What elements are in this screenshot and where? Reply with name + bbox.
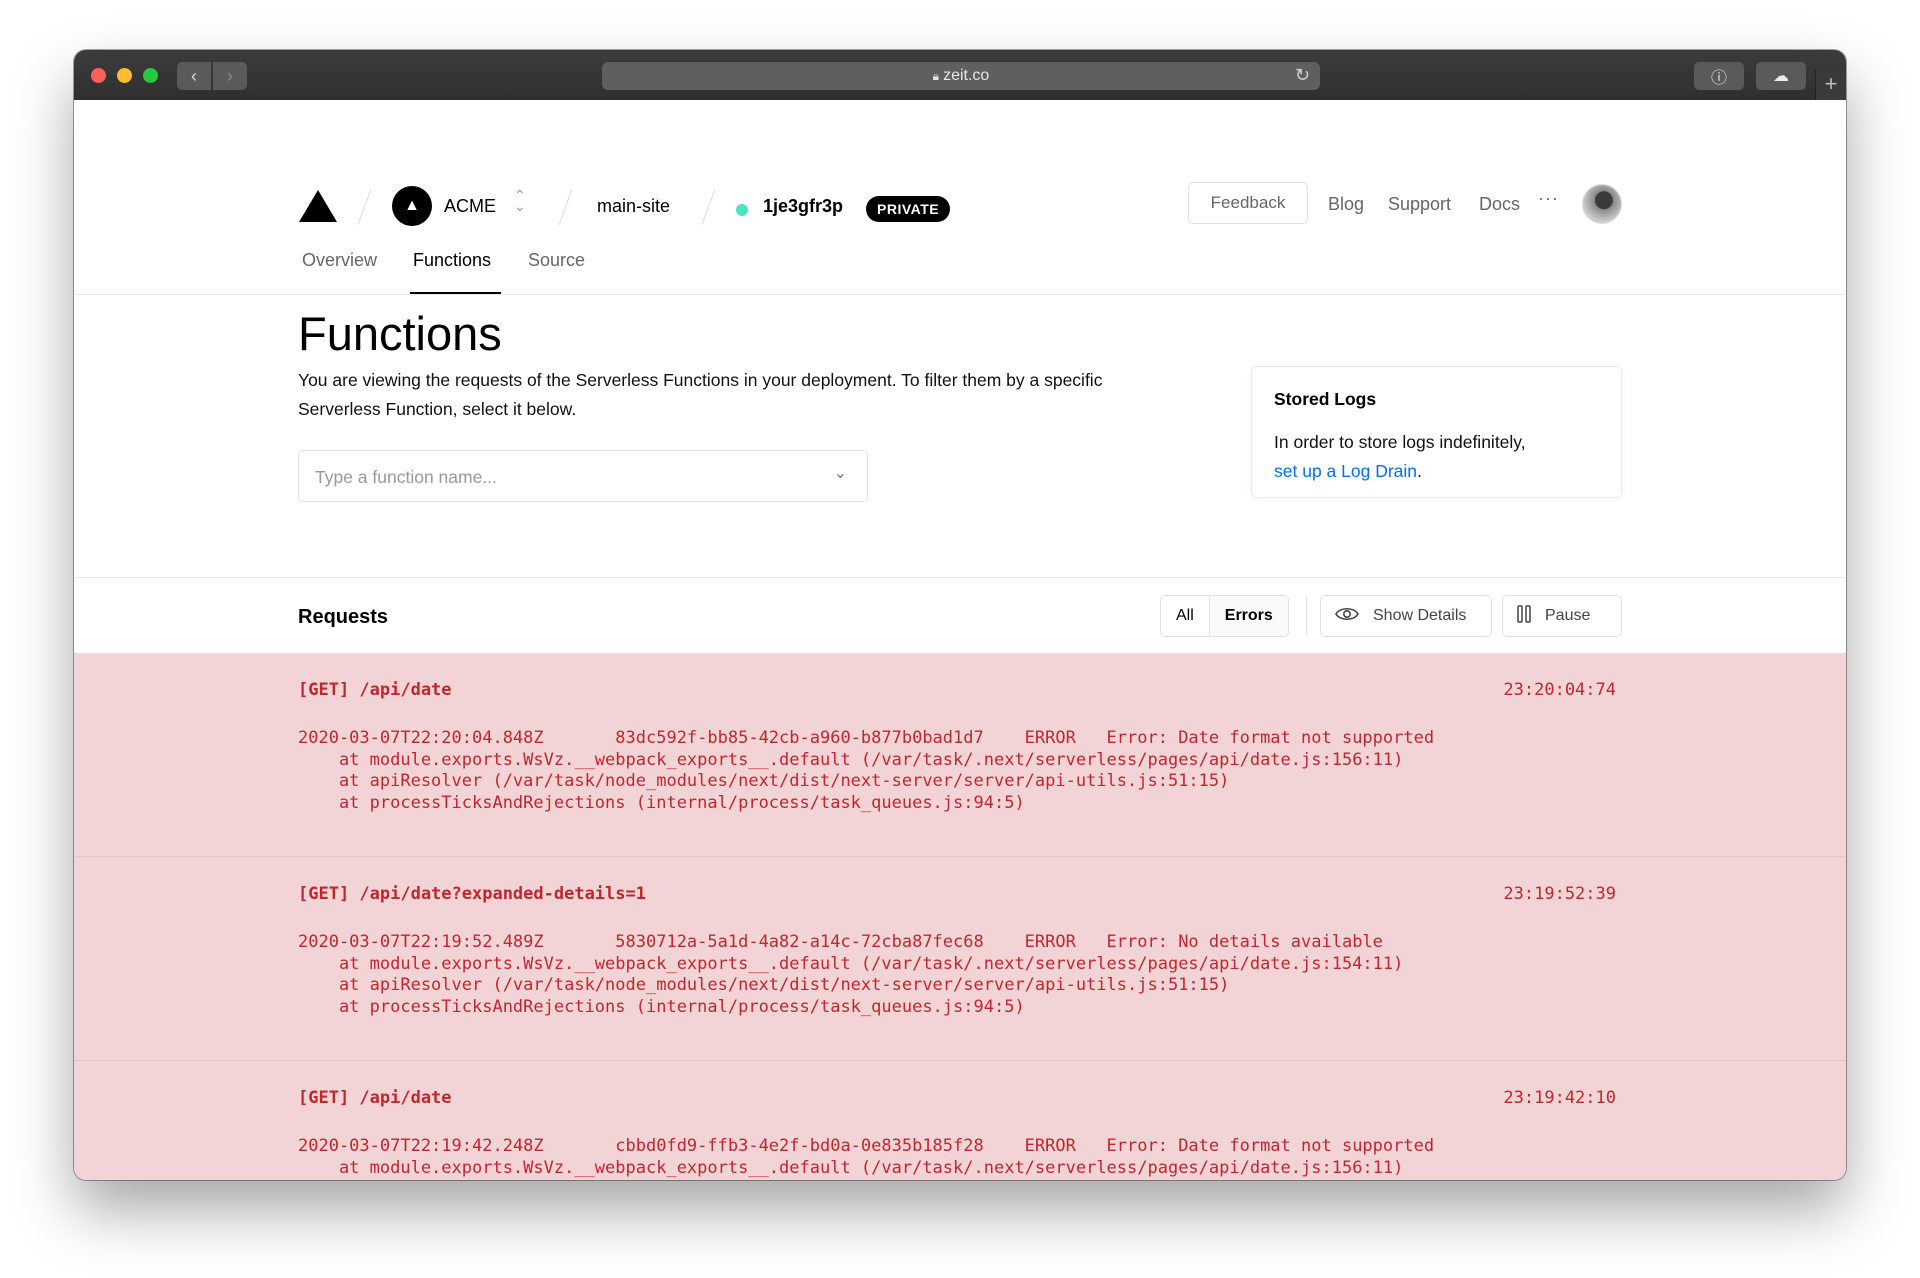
log-entry[interactable]: [GET] /api/date 23:20:04:74 2020-03-07T2… [74,653,1846,857]
password-manager-button[interactable]: ⓘ [1694,62,1744,90]
dashboard-header: ▲ ACME ⌃ ⌄ main-site 1je3gfr3p PRIVATE Fe… [74,100,1846,295]
chevron-left-icon: ‹ [191,65,197,86]
log-request: [GET] /api/date [298,680,452,700]
stored-logs-text: In order to store logs indefinitely, set… [1274,428,1604,486]
log-time: 23:20:04:74 [1503,680,1616,700]
log-request: [GET] /api/date?expanded-details=1 [298,884,646,904]
nav-blog[interactable]: Blog [1328,194,1364,215]
log-request: [GET] /api/date [298,1088,452,1108]
active-tab-indicator [410,292,501,294]
log-stacktrace: 2020-03-07T22:20:04.848Z 83dc592f-bb85-4… [298,728,1435,813]
tab-functions[interactable]: Functions [413,250,491,271]
zoom-window-button[interactable] [143,68,158,83]
stored-logs-card: Stored Logs In order to store logs indef… [1251,366,1622,498]
zeit-logo[interactable] [299,190,337,222]
nav-support[interactable]: Support [1388,194,1451,215]
password-manager-icon: ⓘ [1710,70,1727,87]
breadcrumb-separator [357,188,372,226]
close-window-button[interactable] [91,68,106,83]
address-bar[interactable]: 🔒︎ zeit.co ↻ [602,62,1320,90]
log-entry[interactable]: [GET] /api/date?expanded-details=1 23:19… [74,857,1846,1061]
team-avatar[interactable]: ▲ [392,186,432,226]
filter-all-button[interactable]: All [1161,596,1210,636]
more-menu-icon[interactable]: ··· [1538,188,1559,209]
breadcrumb-separator [558,188,573,226]
function-search-input[interactable] [313,451,797,503]
log-time: 23:19:52:39 [1503,884,1616,904]
address-url: zeit.co [943,67,990,84]
request-log-list: [GET] /api/date 23:20:04:74 2020-03-07T2… [74,653,1846,1180]
plus-icon: + [1824,71,1838,96]
filter-errors-button[interactable]: Errors [1209,596,1288,636]
minimize-window-button[interactable] [117,68,132,83]
browser-window: ‹ › 🔒︎ zeit.co ↻ ⓘ ☁ + ▲ ACME ⌃ ⌄ main-si… [74,50,1846,1180]
page-description: You are viewing the requests of the Serv… [298,370,1103,419]
chevron-right-icon: › [227,65,233,86]
reload-icon[interactable]: ↻ [1295,65,1310,86]
cloud-icon: ☁ [1773,68,1789,85]
log-time: 23:19:42:10 [1503,1088,1616,1108]
requests-toolbar: Requests All Errors Show Details Pause [74,577,1846,653]
back-button[interactable]: ‹ [177,62,211,90]
project-name[interactable]: main-site [597,196,670,217]
pause-button[interactable]: Pause [1502,595,1622,637]
lock-icon: 🔒︎ [932,68,940,83]
tab-overview[interactable]: Overview [302,250,377,271]
breadcrumb-separator [701,188,716,226]
log-stacktrace: 2020-03-07T22:19:52.489Z 5830712a-5a1d-4… [298,932,1404,1017]
eye-icon [1335,606,1359,627]
deployment-id[interactable]: 1je3gfr3p [763,196,843,217]
history-nav: ‹ › [177,62,247,90]
team-name[interactable]: ACME [444,196,496,217]
nav-docs[interactable]: Docs [1479,194,1520,215]
new-tab-button[interactable]: + [1815,70,1846,100]
show-details-label: Show Details [1373,607,1467,624]
page-title: Functions [298,307,502,360]
function-select[interactable]: ⌄ [298,450,868,503]
requests-title: Requests [298,606,389,628]
stored-logs-message: In order to store logs indefinitely, [1274,432,1526,452]
show-details-button[interactable]: Show Details [1320,595,1492,637]
stored-logs-title: Stored Logs [1274,389,1377,409]
team-switcher-icon[interactable]: ⌃ ⌄ [514,188,526,213]
cloud-button[interactable]: ☁ [1756,62,1806,90]
log-entry[interactable]: [GET] /api/date 23:19:42:10 2020-03-07T2… [74,1061,1846,1180]
visibility-badge: PRIVATE [866,196,951,222]
toolbar-divider [1306,595,1307,635]
stored-logs-suffix: . [1417,461,1422,481]
browser-titlebar: ‹ › 🔒︎ zeit.co ↻ ⓘ ☁ + [74,50,1846,101]
request-filter-toggle: All Errors [1160,595,1289,637]
pause-icon [1517,604,1531,628]
pause-label: Pause [1545,607,1591,624]
user-avatar[interactable] [1582,184,1622,224]
deployment-status-dot [736,204,748,216]
log-drain-link[interactable]: set up a Log Drain [1274,461,1417,481]
forward-button[interactable]: › [213,62,247,90]
chevron-down-icon[interactable]: ⌄ [834,463,847,483]
feedback-button[interactable]: Feedback [1188,182,1308,224]
log-stacktrace: 2020-03-07T22:19:42.248Z cbbd0fd9-ffb3-4… [298,1136,1435,1178]
team-logo-icon: ▲ [404,197,420,214]
tab-source[interactable]: Source [528,250,585,271]
